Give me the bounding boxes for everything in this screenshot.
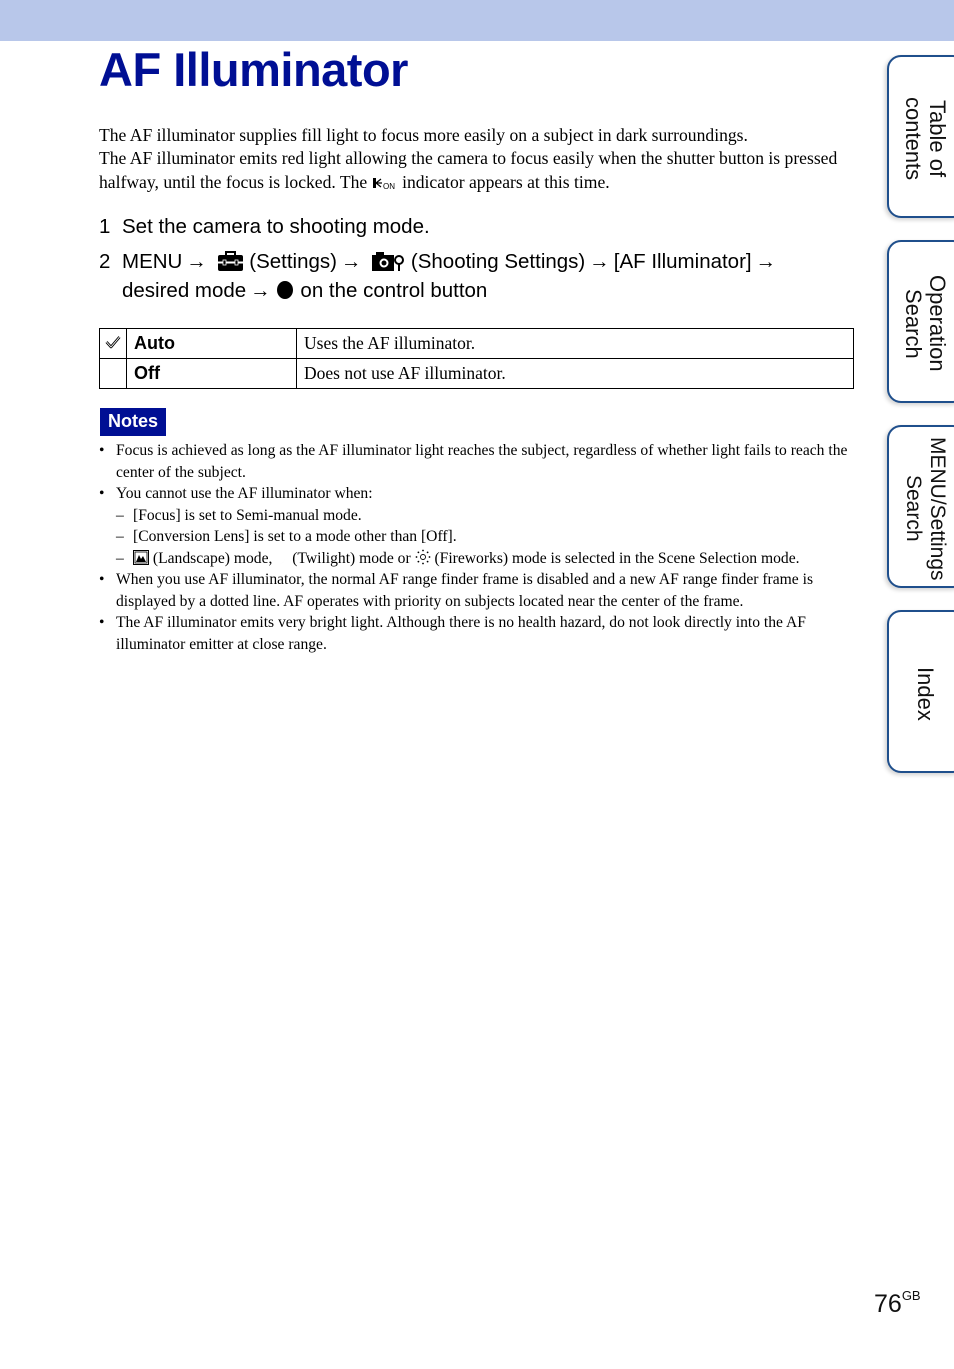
toolbox-icon: [217, 251, 243, 271]
note-text: The AF illuminator emits very bright lig…: [116, 614, 806, 653]
intro-line-2: The AF illuminator emits red light allow…: [99, 147, 859, 194]
option-description: Uses the AF illuminator.: [296, 328, 854, 359]
landscape-icon: [133, 549, 149, 565]
desired-mode-label: desired mode: [122, 279, 247, 302]
bullet: •: [99, 485, 105, 502]
arrow-icon: →: [250, 279, 271, 302]
step-number: 2: [99, 250, 111, 273]
table-row: Auto Uses the AF illuminator.: [99, 328, 854, 359]
svg-text:ON: ON: [383, 182, 395, 190]
notes-badge: Notes: [100, 408, 166, 436]
camera-settings-icon: [372, 252, 405, 271]
page-number: 76GB: [874, 1288, 921, 1319]
note-text: Focus is achieved as long as the AF illu…: [116, 442, 848, 481]
dash: –: [116, 549, 124, 567]
option-description: Does not use AF illuminator.: [296, 358, 854, 389]
menu-item-label: [AF Illuminator]: [613, 250, 752, 273]
step-number: 1: [99, 215, 111, 238]
notes-list: • Focus is achieved as long as the AF il…: [99, 440, 854, 655]
procedure-steps: 1 Set the camera to shooting mode. 2 MEN…: [99, 212, 859, 311]
option-name: Auto: [126, 328, 297, 359]
note-text: When you use AF illuminator, the normal …: [116, 571, 814, 610]
twilight-moon-icon: [278, 551, 286, 564]
landscape-text: (Landscape) mode,: [152, 549, 273, 567]
tab-label: Index: [913, 666, 938, 721]
bullet: •: [99, 571, 105, 588]
tab-label: Operation Search: [901, 275, 950, 372]
note-item: • When you use AF illuminator, the norma…: [99, 569, 854, 612]
checkmark-icon: [105, 336, 121, 349]
note-text: You cannot use the AF illuminator when:: [116, 485, 373, 502]
subitem-text: [Conversion Lens] is set to a mode other…: [133, 528, 457, 545]
page-number-value: 76: [874, 1290, 902, 1318]
note-subitem: – [Conversion Lens] is set to a mode oth…: [99, 526, 854, 548]
subitem-text: [Focus] is set to Semi-manual mode.: [133, 506, 362, 524]
dash: –: [116, 528, 124, 545]
control-button-label: on the control button: [300, 279, 488, 302]
twilight-text: (Twilight) mode or: [292, 549, 411, 567]
note-subitem: – [Focus] is set to Semi-manual mode.: [99, 505, 854, 527]
dash: –: [116, 506, 124, 524]
arrow-icon: →: [755, 250, 777, 273]
arrow-icon: →: [341, 250, 362, 273]
header-band: [0, 0, 954, 41]
default-checkmark-cell: [99, 328, 127, 359]
intro-paragraph: The AF illuminator supplies fill light t…: [99, 124, 859, 194]
intro-text-end: indicator appears at this time.: [402, 171, 610, 192]
step-text: Set the camera to shooting mode.: [122, 215, 430, 238]
step-text: MENU → (Settings) → (Shooting Settings) → [A…: [122, 247, 859, 305]
af-illuminator-on-indicator-icon: ON: [372, 177, 395, 190]
tab-index[interactable]: Index: [887, 610, 954, 773]
page-title: AF Illuminator: [99, 43, 408, 96]
arrow-icon: →: [589, 250, 610, 273]
note-item: • Focus is achieved as long as the AF il…: [99, 440, 854, 483]
bullet: •: [99, 614, 105, 631]
bullet: •: [99, 442, 105, 459]
note-subitem-scene: – (Landscape) mode, (Twilight) mode or (…: [99, 548, 854, 570]
settings-label: (Settings): [249, 250, 337, 273]
arrow-icon: →: [186, 250, 207, 273]
tab-menu-settings-search[interactable]: MENU/Settings Search: [887, 425, 954, 588]
tab-label: Table of contents: [901, 96, 950, 181]
step-2: 2 MENU → (Settings) → (Shooting Settings) →…: [99, 247, 859, 305]
intro-line-1: The AF illuminator supplies fill light t…: [99, 125, 748, 145]
page-suffix: GB: [901, 1288, 921, 1303]
table-row: Off Does not use AF illuminator.: [99, 358, 854, 389]
note-item: • You cannot use the AF illuminator when…: [99, 483, 854, 505]
shooting-settings-label: (Shooting Settings): [410, 250, 586, 273]
filled-circle-icon: [276, 281, 293, 299]
note-item: • The AF illuminator emits very bright l…: [99, 612, 854, 655]
menu-label: MENU: [122, 250, 183, 273]
tab-operation-search[interactable]: Operation Search: [887, 240, 954, 403]
step-1: 1 Set the camera to shooting mode.: [99, 212, 859, 241]
options-table: Auto Uses the AF illuminator. Off Does n…: [99, 328, 854, 389]
option-name: Off: [126, 358, 297, 389]
empty-check-cell: [99, 358, 127, 389]
tab-label: MENU/Settings Search: [902, 436, 949, 581]
fireworks-text: (Fireworks) mode is selected in the Scen…: [434, 549, 800, 567]
fireworks-icon: [415, 549, 430, 564]
tab-table-of-contents[interactable]: Table of contents: [887, 55, 954, 218]
